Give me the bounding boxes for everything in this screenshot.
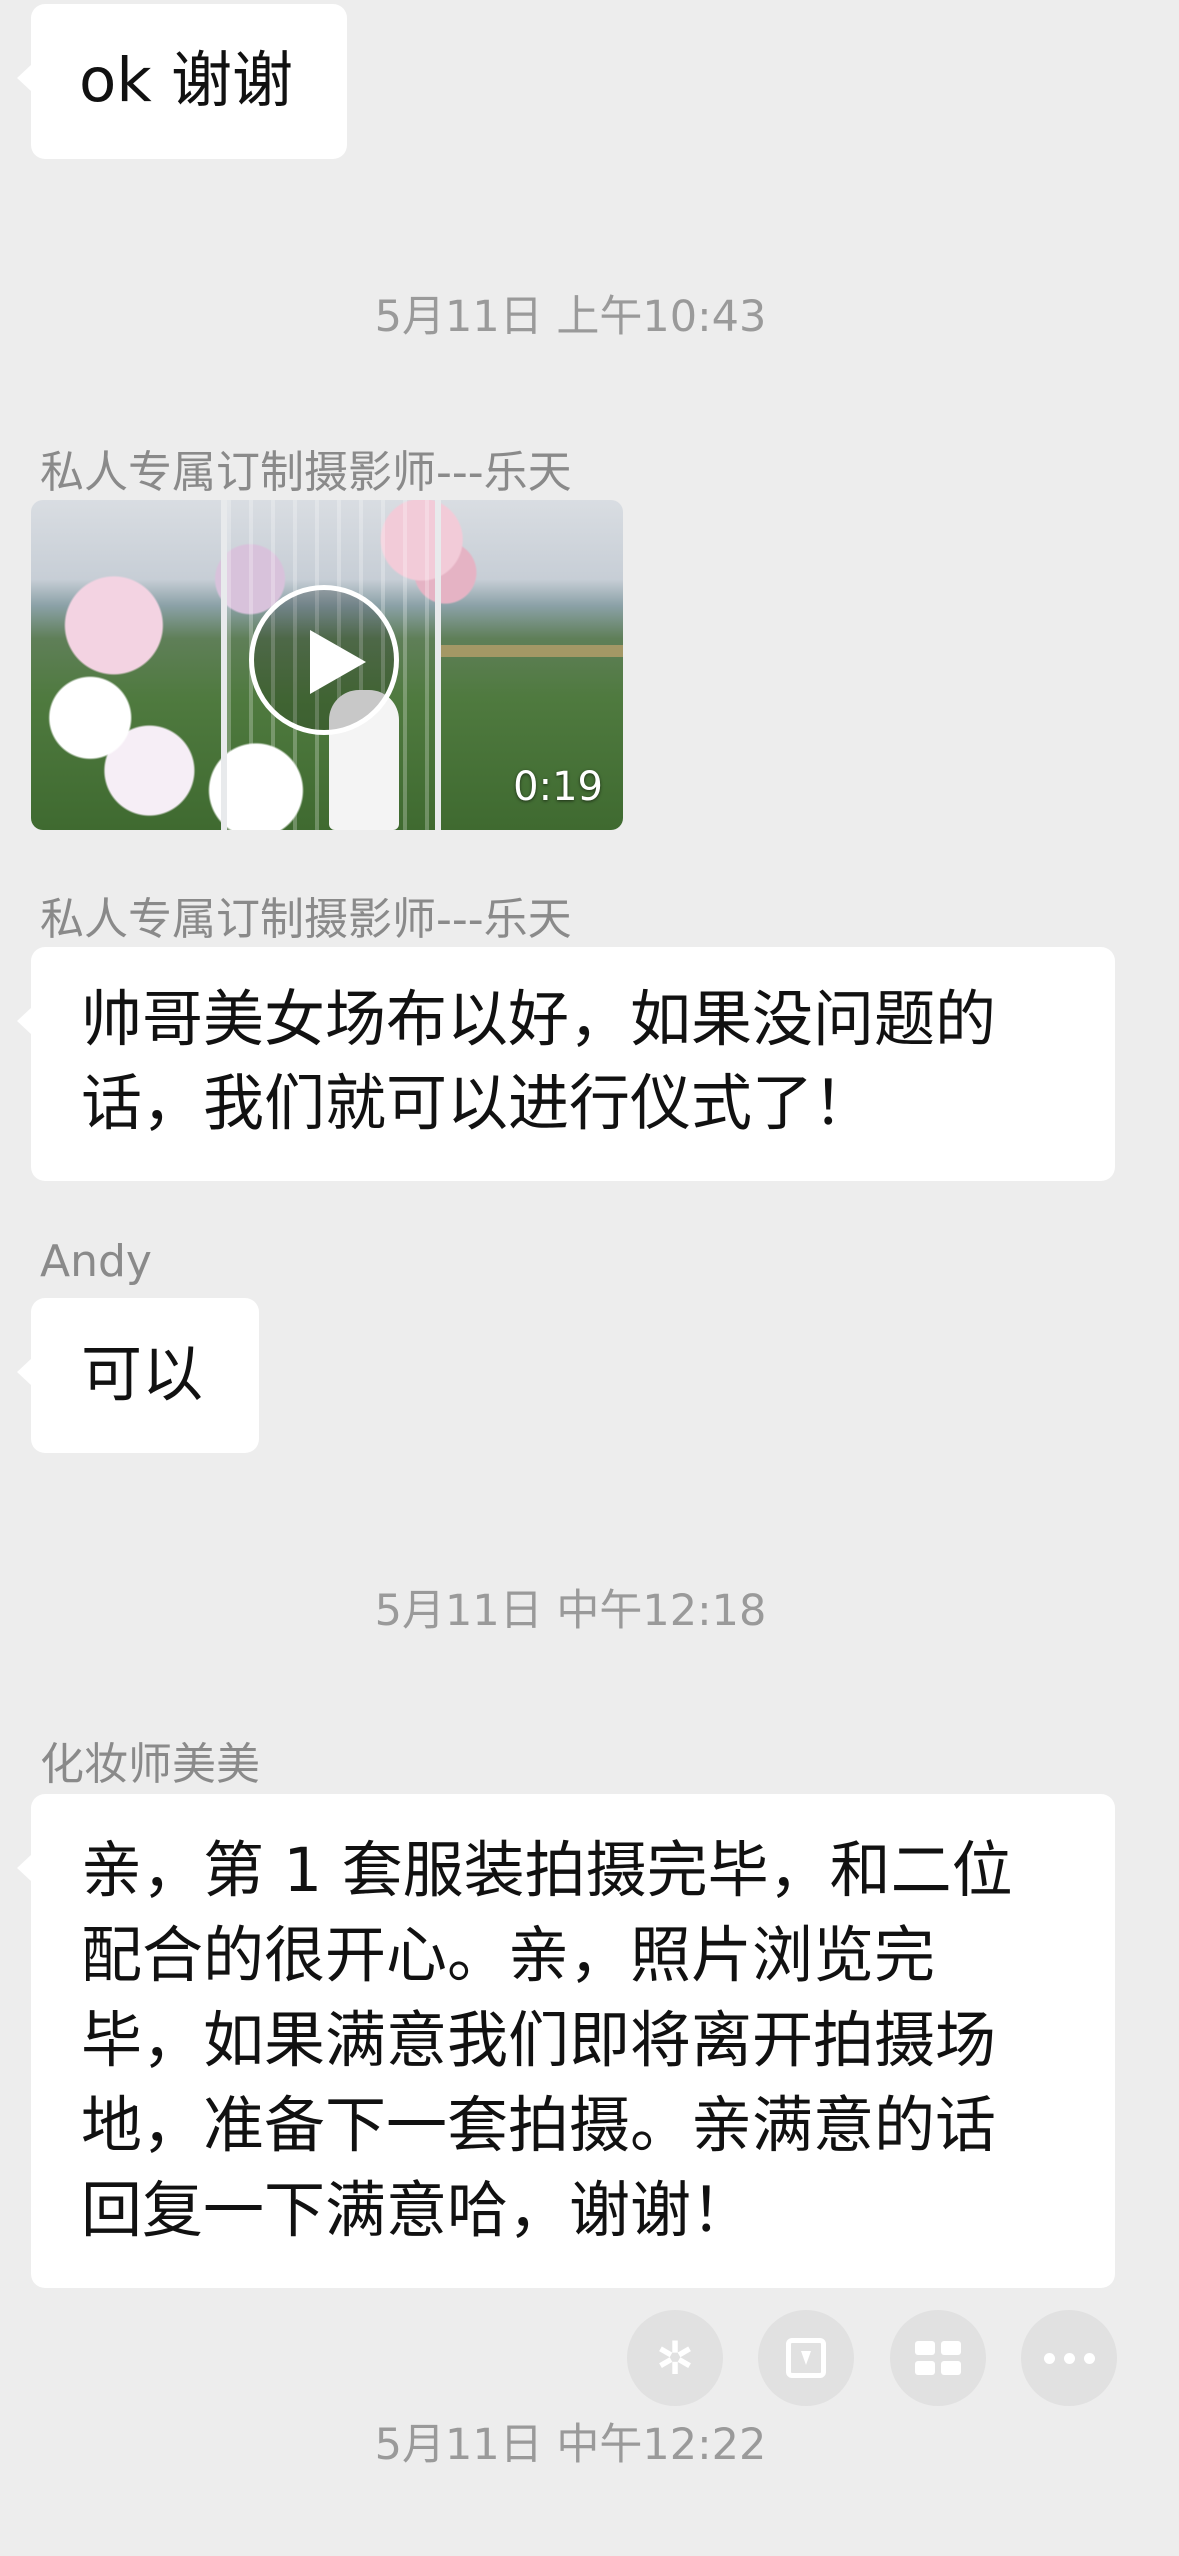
sender-name: Andy [40,1236,152,1287]
video-duration: 0:19 [513,764,603,810]
sparkle-icon[interactable]: ✲ [627,2310,723,2406]
timestamp: 5月11日 中午12:22 [374,2420,767,2470]
message-bubble[interactable]: 亲，第 1 套服装拍摄完毕，和二位 配合的很开心。亲，照片浏览完 毕，如果满意我… [17,1794,1115,2288]
message-line: 回复一下满意哈，谢谢！ [81,2175,753,2246]
timestamp: 5月11日 中午12:18 [374,1586,767,1636]
video-thumbnail-fence [441,645,623,657]
message-line: 毕，如果满意我们即将离开拍摄场 [81,2005,997,2076]
sender-name: 化妆师美美 [40,1739,260,1790]
message-line: 配合的很开心。亲，照片浏览完 [81,1920,936,1991]
video-message[interactable]: 0:19 [31,500,623,830]
message-bubble[interactable]: 可以 [17,1298,259,1453]
message-text: ok 谢谢 [79,45,294,116]
message-bubble[interactable]: 帅哥美女场布以好，如果没问题的 话，我们就可以进行仪式了！ [17,947,1115,1181]
sender-name: 私人专属订制摄影师---乐天 [40,894,572,945]
message-line: 帅哥美女场布以好，如果没问题的 [81,984,997,1055]
message-bubble[interactable]: ok 谢谢 [17,4,347,159]
message-line: 话，我们就可以进行仪式了！ [81,1068,875,1139]
message-text: 可以 [81,1339,204,1410]
more-icon[interactable] [1021,2310,1117,2406]
timestamp: 5月11日 上午10:43 [374,292,767,342]
message-line: 地，准备下一套拍摄。亲满意的话 [81,2090,997,2161]
message-line: 亲，第 1 套服装拍摄完毕，和二位 [81,1835,1013,1906]
grid-icon[interactable] [890,2310,986,2406]
sender-name: 私人专属订制摄影师---乐天 [40,447,572,498]
play-icon[interactable] [249,585,399,735]
download-icon[interactable] [758,2310,854,2406]
